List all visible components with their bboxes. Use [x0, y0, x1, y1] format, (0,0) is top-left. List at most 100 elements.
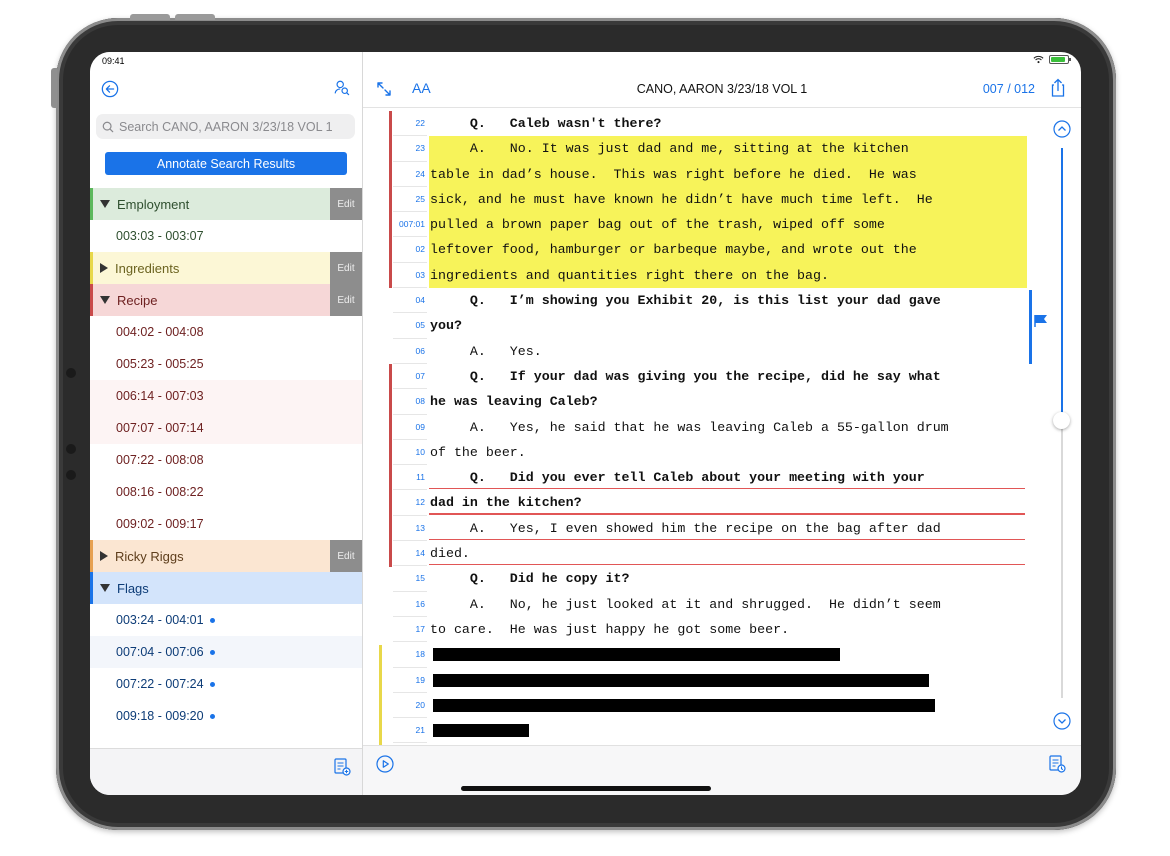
transcript-line[interactable]: 05 you? — [363, 313, 1053, 339]
category-row[interactable]: Employment Edit — [90, 188, 362, 220]
category-edit-button[interactable]: Edit — [330, 252, 362, 284]
search-icon — [102, 121, 114, 132]
status-time: 09:41 — [102, 56, 125, 66]
transcript-line[interactable]: 02 leftover food, hamburger or barbeque m… — [363, 237, 1053, 263]
transcript-line[interactable]: 21 — [363, 718, 1053, 744]
annotation-range-item[interactable]: 008:16 - 008:22 — [90, 476, 362, 508]
line-text: A. Yes, he said that he was leaving Cale… — [430, 419, 949, 435]
transcript-line[interactable]: 10 of the beer. — [363, 440, 1053, 466]
redaction-bar — [433, 698, 935, 712]
category-name: Flags — [117, 580, 149, 596]
flag-dot-icon — [209, 617, 215, 623]
flag-dot-icon — [209, 713, 215, 719]
category-row[interactable]: Ricky Riggs Edit — [90, 540, 362, 572]
line-text: to care. He was just happy he got some b… — [430, 621, 790, 637]
line-text: A. No, he just looked at it and shrugged… — [430, 596, 941, 612]
transcript-line[interactable]: 18 — [363, 642, 1053, 668]
transcript-line[interactable]: 09 A. Yes, he said that he was leaving C… — [363, 415, 1053, 440]
line-number: 14 — [393, 541, 427, 567]
person-search-icon[interactable] — [333, 79, 351, 97]
disclosure-right-icon[interactable] — [100, 551, 108, 561]
line-number: 23 — [393, 136, 427, 162]
screen: 09:41 Search CANO, AARON 3/23/18 VOL 1 A… — [90, 52, 1081, 795]
scroll-down-icon[interactable] — [1053, 712, 1071, 730]
annotate-search-results-button[interactable]: Annotate Search Results — [105, 152, 347, 175]
annotation-range-item[interactable]: 006:14 - 007:03 — [90, 380, 362, 412]
annotation-range-item[interactable]: 005:23 - 005:25 — [90, 348, 362, 380]
transcript-line[interactable]: 13 A. Yes, I even showed him the recipe … — [363, 516, 1053, 542]
annotation-range-item[interactable]: 004:02 - 004:08 — [90, 316, 362, 348]
line-text: of the beer. — [430, 444, 526, 460]
category-row[interactable]: Recipe Edit — [90, 284, 362, 316]
scroll-thumb[interactable] — [1053, 412, 1070, 429]
play-icon[interactable] — [376, 755, 394, 773]
line-number: 07 — [393, 364, 427, 390]
add-note-icon[interactable] — [332, 757, 352, 777]
side-button — [51, 68, 57, 108]
transcript-line[interactable]: 11 Q. Did you ever tell Caleb about your… — [363, 465, 1053, 491]
range-label: 007:22 - 008:08 — [116, 453, 204, 467]
transcript-line[interactable]: 16 A. No, he just looked at it and shrug… — [363, 592, 1053, 617]
annotation-range-item[interactable]: 007:22 - 008:08 — [90, 444, 362, 476]
transcript-line[interactable]: 06 A. Yes. — [363, 339, 1053, 364]
disclosure-down-icon[interactable] — [100, 296, 110, 304]
status-icons — [1033, 55, 1071, 64]
line-number: 22 — [393, 111, 427, 137]
category-edit-button[interactable]: Edit — [330, 188, 362, 220]
transcript-line[interactable]: 03 ingredients and quantities right there… — [363, 262, 1053, 289]
transcript-line[interactable]: 17 to care. He was just happy he got some… — [363, 617, 1053, 643]
page-indicator[interactable]: 007 / 012 — [983, 82, 1035, 96]
line-number: 24 — [393, 162, 427, 187]
annotation-range-item[interactable]: 009:02 - 009:17 — [90, 508, 362, 540]
transcript-line[interactable]: 15 Q. Did he copy it? — [363, 566, 1053, 592]
category-edit-button[interactable]: Edit — [330, 540, 362, 572]
red-underline — [429, 538, 1025, 541]
transcript-line[interactable]: 08 he was leaving Caleb? — [363, 389, 1053, 415]
transcript-line[interactable]: 25 sick, and he must have known he didn’t… — [363, 186, 1053, 213]
category-row[interactable]: Ingredients Edit — [90, 252, 362, 284]
transcript-line[interactable]: 19 — [363, 668, 1053, 693]
transcript-line[interactable]: 14 died. — [363, 541, 1053, 567]
scroll-progress — [1061, 148, 1063, 418]
disclosure-right-icon[interactable] — [100, 263, 108, 273]
transcript-pane: AA CANO, AARON 3/23/18 VOL 1 007 / 012 2… — [363, 52, 1081, 795]
line-text: dad in the kitchen? — [430, 495, 582, 511]
category-row[interactable]: Flags — [90, 572, 362, 604]
line-number: 17 — [393, 617, 427, 643]
search-input[interactable]: Search CANO, AARON 3/23/18 VOL 1 — [96, 114, 355, 139]
transcript-line[interactable]: 12 dad in the kitchen? — [363, 490, 1053, 516]
annotation-range-item[interactable]: 003:03 - 003:07 — [90, 220, 362, 252]
category-name: Recipe — [117, 292, 158, 308]
line-number: 007:01 — [393, 212, 427, 238]
notes-icon[interactable] — [1047, 754, 1067, 774]
annotation-range-item[interactable]: 007:07 - 007:14 — [90, 412, 362, 444]
disclosure-down-icon[interactable] — [100, 584, 110, 592]
transcript-line[interactable]: 24 table in dad’s house. This was right b… — [363, 161, 1053, 187]
transcript-line[interactable]: 20 — [363, 693, 1053, 719]
transcript-line[interactable]: 04 Q. I’m showing you Exhibit 20, is thi… — [363, 288, 1053, 314]
transcript-line[interactable]: 007:01 pulled a brown paper bag out of th… — [363, 212, 1053, 238]
line-text: you? — [430, 318, 462, 334]
annotation-range-item[interactable]: 003:24 - 004:01 — [90, 604, 362, 636]
annotation-range-item[interactable]: 007:22 - 007:24 — [90, 668, 362, 700]
annotation-range-item[interactable]: 007:04 - 007:06 — [90, 636, 362, 668]
transcript-toolbar: AA CANO, AARON 3/23/18 VOL 1 007 / 012 — [363, 74, 1081, 108]
line-text: A. Yes. — [430, 343, 542, 359]
transcript-line[interactable]: 23 A. No. It was just dad and me, sittin… — [363, 136, 1053, 162]
annotation-range-item[interactable]: 009:18 - 009:20 — [90, 700, 362, 732]
line-number: 03 — [393, 263, 427, 289]
share-icon[interactable] — [1049, 78, 1067, 98]
transcript-line[interactable]: 22 Q. Caleb wasn't there? — [363, 111, 1053, 137]
range-label: 007:04 - 007:06 — [116, 645, 204, 659]
line-text: Q. I’m showing you Exhibit 20, is this l… — [430, 293, 941, 309]
range-label: 007:22 - 007:24 — [116, 677, 204, 691]
scroll-up-icon[interactable] — [1053, 120, 1071, 138]
annotation-list: Employment Edit 003:03 - 003:07 Ingredients… — [90, 188, 362, 732]
flag-icon[interactable] — [1034, 314, 1049, 328]
range-label: 008:16 - 008:22 — [116, 485, 204, 499]
sensor-dot — [66, 444, 76, 454]
category-edit-button[interactable]: Edit — [330, 284, 362, 316]
disclosure-down-icon[interactable] — [100, 200, 110, 208]
back-arrow-icon[interactable] — [101, 80, 119, 98]
transcript-line[interactable]: 07 Q. If your dad was giving you the rec… — [363, 364, 1053, 390]
